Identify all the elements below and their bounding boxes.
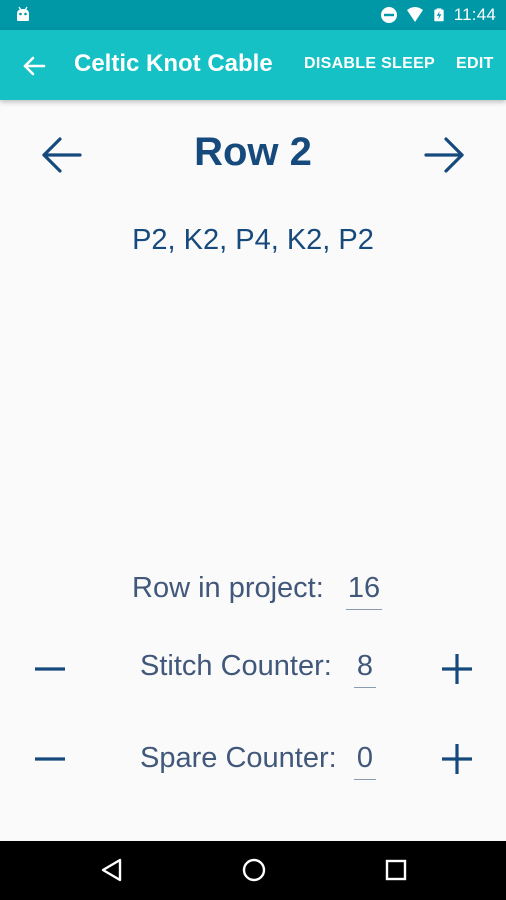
stitch-counter-label: Stitch Counter: <box>140 650 332 682</box>
row-instructions: P2, K2, P4, K2, P2 <box>132 224 374 256</box>
stitch-decrement-minus-icon[interactable] <box>32 651 68 687</box>
status-bar: 11:44 <box>0 0 506 30</box>
android-debug-icon <box>17 6 29 21</box>
page-title: Celtic Knot Cable <box>74 50 273 77</box>
spare-counter: Spare Counter: 0 <box>0 738 506 788</box>
battery-charging-icon <box>434 8 444 22</box>
next-row-arrow-icon[interactable] <box>422 133 466 177</box>
spare-counter-label: Spare Counter: <box>140 742 337 774</box>
stitch-counter: Stitch Counter: 8 <box>0 646 506 696</box>
disable-sleep-button[interactable]: DISABLE SLEEP <box>304 55 435 73</box>
spare-decrement-minus-icon[interactable] <box>32 741 68 777</box>
system-navigation-bar <box>0 841 506 900</box>
row-in-project-counter: Row in project: 16 <box>0 568 506 618</box>
app-screen: 11:44 Celtic Knot Cable DISABLE SLEEP ED… <box>0 0 506 900</box>
edit-button[interactable]: EDIT <box>456 55 494 73</box>
do-not-disturb-icon <box>380 7 397 23</box>
wifi-icon <box>406 7 423 22</box>
status-icons: 11:44 <box>380 0 496 30</box>
stitch-increment-plus-icon[interactable] <box>439 651 475 687</box>
row-in-project-label: Row in project: <box>132 572 324 604</box>
app-bar: Celtic Knot Cable DISABLE SLEEP EDIT <box>0 30 506 100</box>
row-in-project-field[interactable]: 16 <box>346 572 382 610</box>
recents-square-icon[interactable] <box>382 856 410 884</box>
spare-increment-plus-icon[interactable] <box>439 741 475 777</box>
home-circle-icon[interactable] <box>240 856 268 884</box>
status-time: 11:44 <box>453 5 496 24</box>
stitch-counter-field[interactable]: 8 <box>354 650 376 688</box>
back-arrow-icon[interactable] <box>20 52 48 80</box>
spare-counter-field[interactable]: 0 <box>354 742 376 780</box>
back-triangle-icon[interactable] <box>98 856 126 884</box>
